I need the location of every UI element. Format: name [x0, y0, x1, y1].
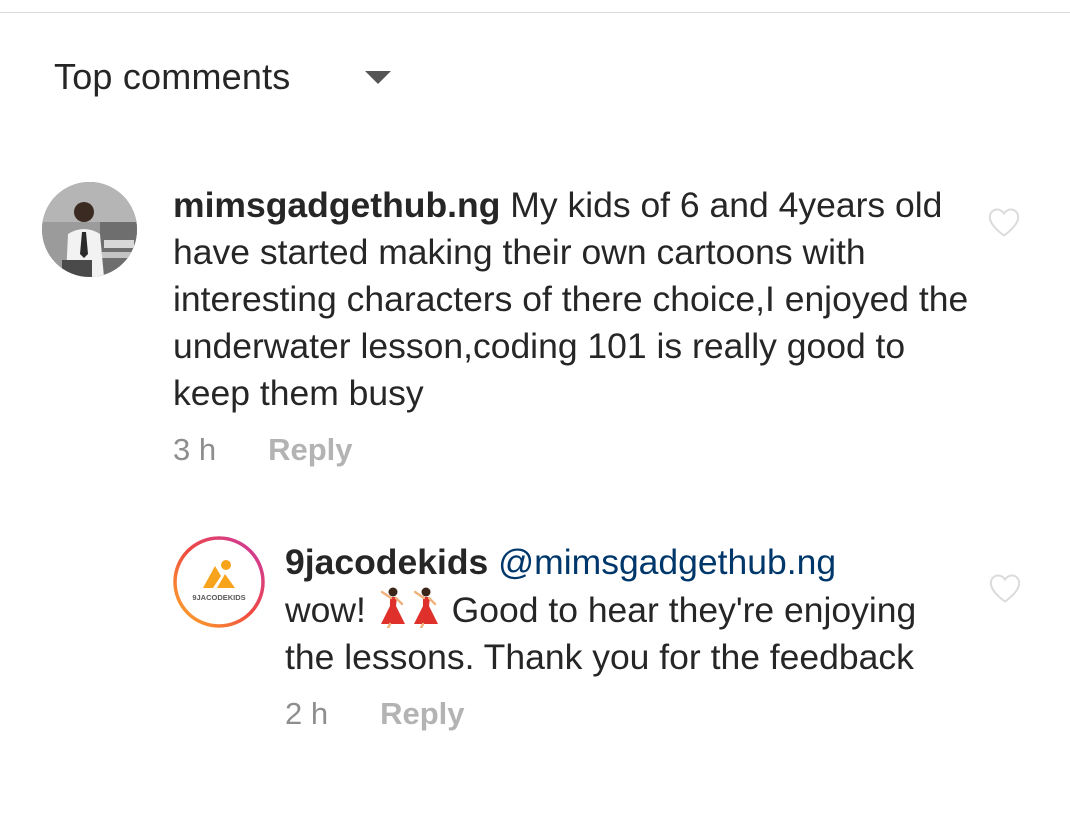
comment-meta: 3 h Reply [173, 432, 973, 468]
top-divider [0, 12, 1070, 13]
reply-button[interactable]: Reply [380, 696, 464, 732]
reply-timestamp: 2 h [285, 696, 329, 731]
comment-username[interactable]: mimsgadgethub.ng [173, 185, 500, 225]
heart-outline-icon[interactable] [988, 572, 1022, 604]
brand-logo-avatar: 9JACODEKIDS [173, 536, 265, 628]
user-avatar-photo [42, 182, 137, 277]
reply-mention[interactable]: @mimsgadgethub.ng [498, 542, 836, 582]
dancer-emoji-icon [413, 587, 438, 628]
heart-outline-icon[interactable] [987, 206, 1021, 238]
comment-body: mimsgadgethub.ng My kids of 6 and 4years… [173, 182, 973, 468]
avatar[interactable] [42, 182, 137, 277]
comments-sort-dropdown[interactable]: Top comments [54, 56, 391, 98]
comment-timestamp: 3 h [173, 432, 217, 467]
sort-label: Top comments [54, 56, 291, 97]
reply-button[interactable]: Reply [268, 432, 352, 468]
avatar[interactable]: 9JACODEKIDS [173, 536, 265, 628]
comment-text: mimsgadgethub.ng My kids of 6 and 4years… [173, 182, 973, 417]
reply-meta: 2 h Reply [285, 696, 945, 732]
reply-username[interactable]: 9jacodekids [285, 542, 488, 582]
reply-body: 9jacodekids @mimsgadgethub.ng wow! Good t… [285, 539, 945, 732]
dancer-emoji-icon [380, 587, 405, 628]
reply-message-start: wow! [285, 590, 366, 630]
chevron-down-icon[interactable] [364, 70, 391, 84]
reply-text: 9jacodekids @mimsgadgethub.ng wow! Good t… [285, 539, 945, 681]
brand-logo-text: 9JACODEKIDS [192, 593, 245, 602]
